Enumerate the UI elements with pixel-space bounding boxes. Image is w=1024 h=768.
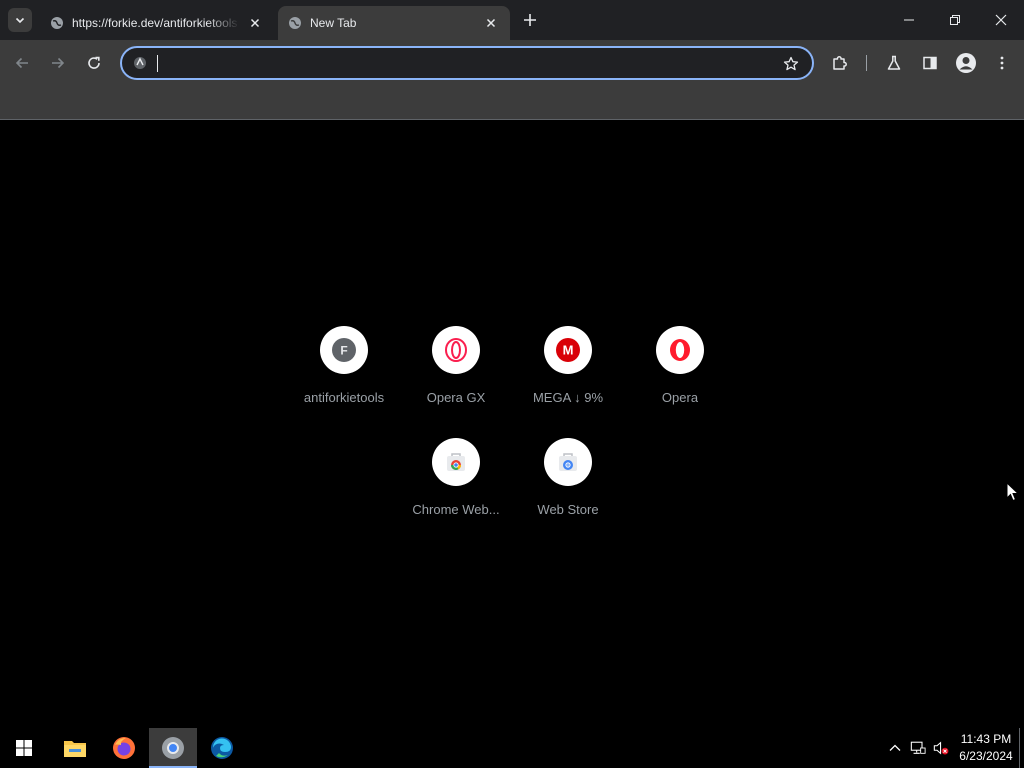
clock-time: 11:43 PM (960, 732, 1012, 746)
extensions-button[interactable] (828, 51, 852, 75)
tab-forkie[interactable]: https://forkie.dev/antiforkietools (40, 6, 274, 40)
new-tab-button[interactable] (519, 9, 541, 31)
arrow-left-icon (15, 57, 28, 69)
restore-icon (950, 15, 960, 25)
chevron-down-icon (15, 17, 25, 24)
taskbar-chrome[interactable] (149, 728, 197, 768)
chrome-icon (162, 737, 184, 759)
taskbar-file-explorer[interactable] (51, 728, 99, 768)
side-panel-button[interactable] (918, 51, 942, 75)
show-hidden-icons-button[interactable] (887, 740, 903, 756)
reload-icon (88, 56, 100, 69)
browser-toolbar (0, 40, 1024, 86)
start-button[interactable] (0, 728, 48, 768)
opera-gx-icon (445, 338, 467, 362)
globe-icon (51, 17, 63, 29)
bookmarks-bar (0, 86, 1024, 120)
screen: https://forkie.dev/antiforkietools New T… (0, 0, 1024, 768)
address-input[interactable] (156, 52, 776, 74)
shortcut-icon-circle: M (544, 326, 592, 374)
web-store-icon (559, 453, 577, 471)
text-caret (157, 55, 158, 72)
tab-new-tab[interactable]: New Tab (278, 6, 510, 40)
shortcut-opera-gx[interactable]: Opera GX (400, 312, 512, 412)
puzzle-icon (833, 56, 847, 70)
shortcut-opera[interactable]: Opera (624, 312, 736, 412)
network-button[interactable] (910, 740, 926, 756)
chrome-web-store-icon (447, 453, 465, 471)
show-desktop-button[interactable] (1019, 728, 1020, 768)
taskbar: 11:43 PM 6/23/2024 (0, 728, 1024, 768)
minimize-icon (904, 19, 914, 21)
new-tab-page: F antiforkietools Opera GX M MEGA ↓ 9% O… (0, 121, 1024, 728)
tab-strip: https://forkie.dev/antiforkietools New T… (0, 0, 1024, 40)
toolbar-separator (866, 55, 867, 71)
chevron-up-icon (889, 744, 901, 751)
shortcut-label: MEGA ↓ 9% (532, 390, 604, 405)
address-bar[interactable] (120, 46, 814, 80)
shortcut-icon-circle (432, 326, 480, 374)
star-icon (783, 56, 799, 71)
tab-search-button[interactable] (8, 8, 32, 32)
file-explorer-icon (64, 741, 86, 757)
close-icon (486, 18, 496, 28)
close-tab-button[interactable] (246, 14, 264, 32)
mouse-cursor-icon (1006, 482, 1020, 502)
close-tab-button[interactable] (482, 14, 500, 32)
clock-date: 6/23/2024 (959, 749, 1013, 763)
letter-F-icon: F (332, 338, 356, 362)
shortcut-icon-circle (544, 438, 592, 486)
firefox-icon (113, 737, 135, 759)
shortcut-mega[interactable]: M MEGA ↓ 9% (512, 312, 624, 412)
shortcut-icon-circle: F (320, 326, 368, 374)
close-icon (250, 18, 260, 28)
close-icon (995, 14, 1007, 26)
side-panel-icon (923, 56, 937, 70)
more-vert-icon (1000, 56, 1004, 70)
search-engine-icon (132, 55, 148, 71)
shortcut-icon-circle (432, 438, 480, 486)
tab-title: https://forkie.dev/antiforkietools (72, 16, 238, 30)
shortcut-label: Chrome Web... (412, 502, 500, 517)
arrow-right-icon (52, 57, 65, 69)
menu-button[interactable] (990, 51, 1014, 75)
shortcut-icon-circle (656, 326, 704, 374)
globe-icon (289, 17, 301, 29)
back-button[interactable] (10, 51, 34, 75)
shortcut-antiforkietools[interactable]: F antiforkietools (288, 312, 400, 412)
svg-text:F: F (340, 344, 347, 358)
network-icon (910, 741, 926, 754)
labs-button[interactable] (882, 51, 906, 75)
flask-icon (887, 55, 901, 70)
plus-icon (524, 14, 536, 26)
shortcut-label: antiforkietools (303, 390, 385, 405)
taskbar-edge[interactable] (198, 728, 246, 768)
restore-button[interactable] (932, 0, 978, 40)
reload-button[interactable] (82, 51, 106, 75)
shortcut-label: Opera (661, 390, 699, 405)
avatar-icon (956, 53, 976, 73)
forward-button[interactable] (46, 51, 70, 75)
volume-muted-icon (933, 741, 949, 755)
taskbar-clock[interactable]: 11:43 PM 6/23/2024 (954, 731, 1018, 765)
taskbar-firefox[interactable] (100, 728, 148, 768)
shortcut-web-store[interactable]: Web Store (512, 424, 624, 524)
profile-button[interactable] (954, 51, 978, 75)
minimize-button[interactable] (886, 0, 932, 40)
shortcut-chrome-web-store[interactable]: Chrome Web... (400, 424, 512, 524)
volume-button[interactable] (933, 740, 949, 756)
shortcut-label: Opera GX (426, 390, 486, 405)
mega-icon: M (556, 338, 580, 362)
windows-start-icon (16, 740, 32, 756)
edge-icon (211, 737, 233, 759)
close-window-button[interactable] (978, 0, 1024, 40)
svg-text:M: M (563, 343, 574, 358)
shortcut-label: Web Store (537, 502, 599, 517)
opera-icon (670, 339, 690, 361)
tab-title: New Tab (310, 16, 357, 30)
bookmark-star-button[interactable] (782, 55, 800, 73)
